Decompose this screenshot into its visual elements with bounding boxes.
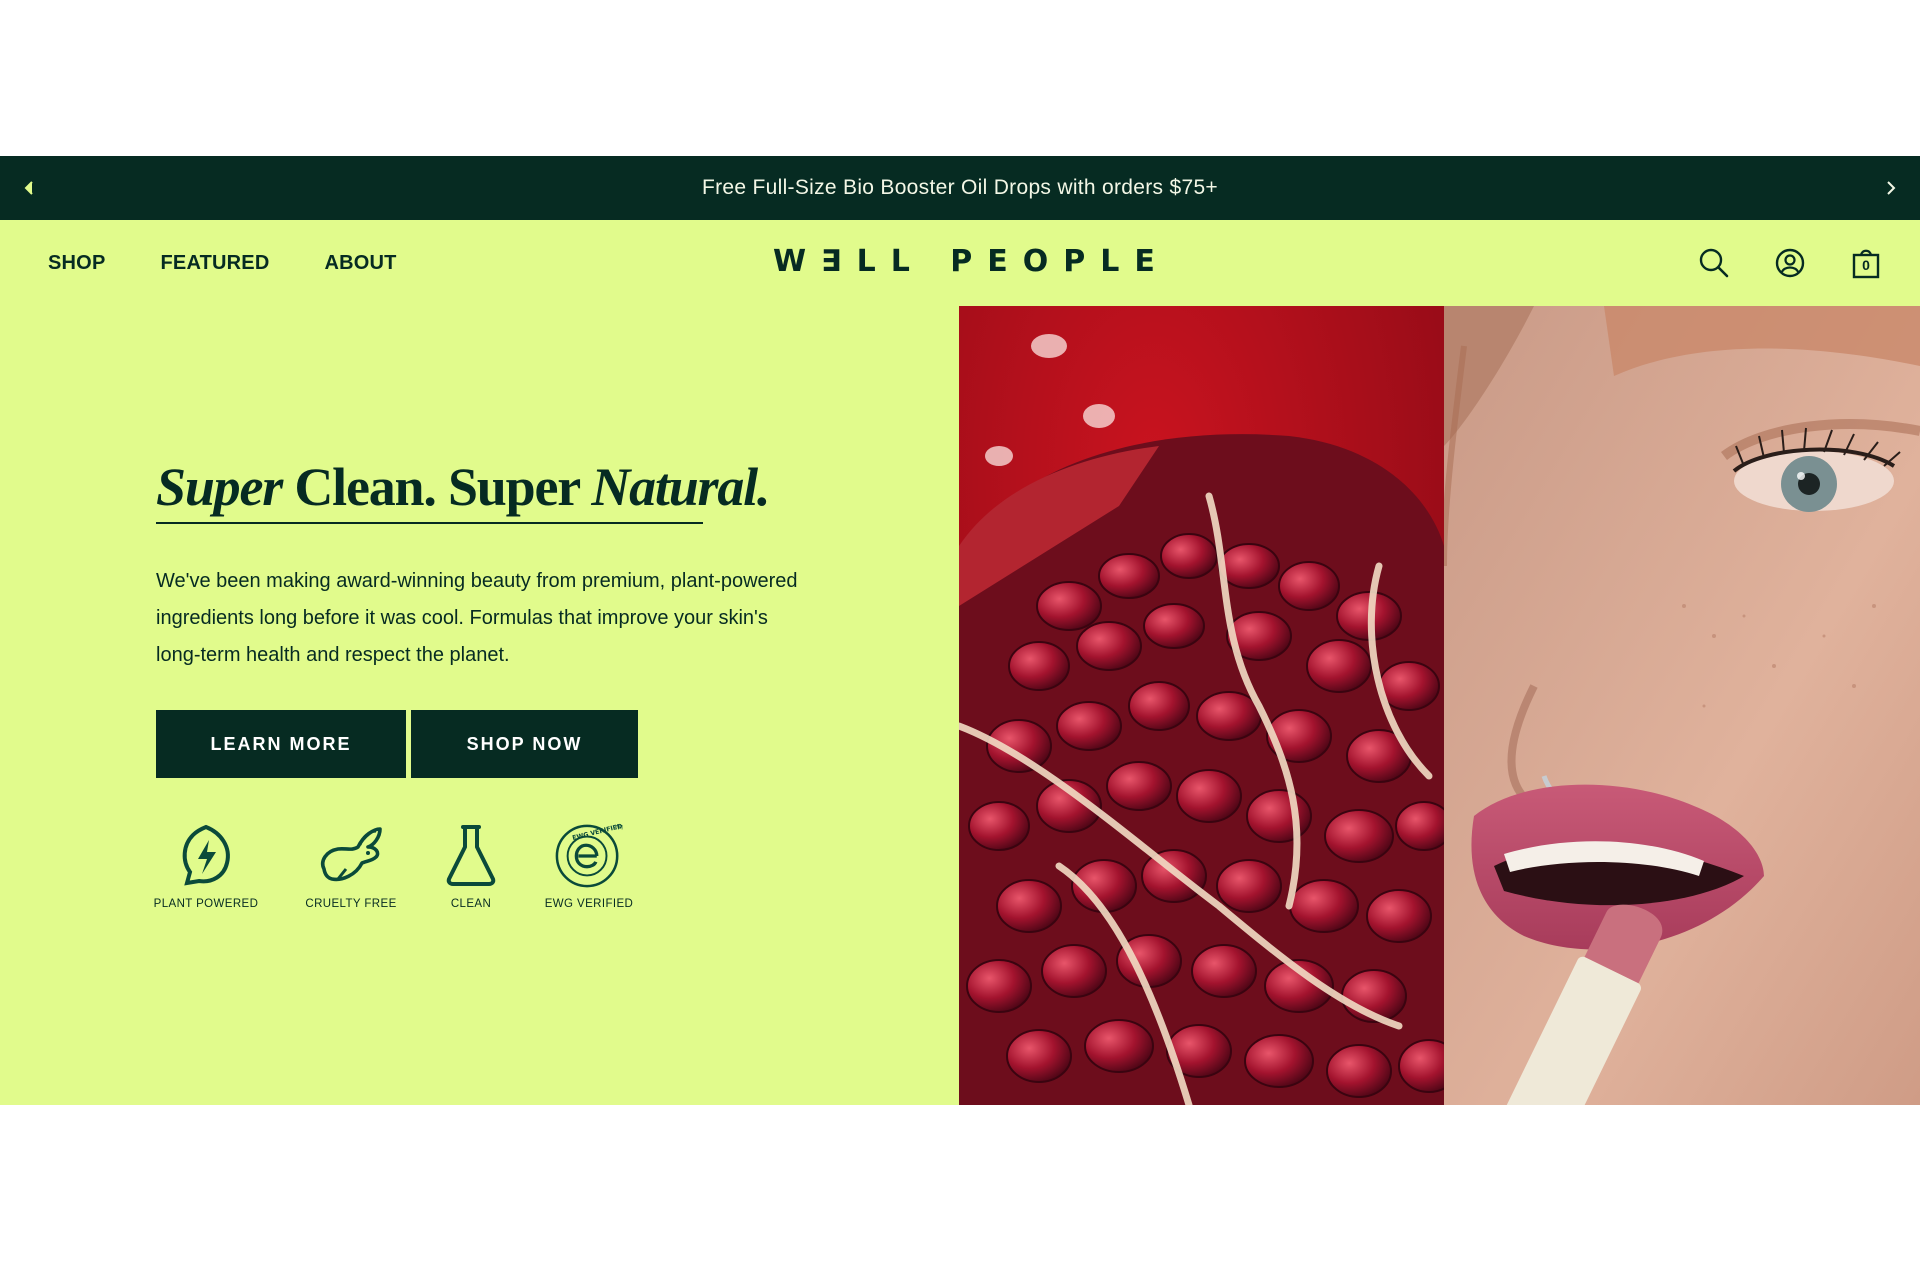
badge-label: EWG VERIFIED	[544, 898, 634, 910]
badge-row: PLANT POWERED CRUELTY FREE CLEAN EWG VER…	[140, 820, 660, 930]
svg-text:TM: TM	[613, 826, 623, 832]
header-icons: 0	[1698, 220, 1882, 306]
account-button[interactable]	[1774, 247, 1806, 279]
learn-more-button[interactable]: LEARN MORE	[156, 710, 406, 778]
hero-description: We've been making award-winning beauty f…	[156, 570, 798, 666]
badge-cruelty-free: CRUELTY FREE	[286, 820, 416, 910]
badge-label: PLANT POWERED	[153, 898, 259, 910]
site-header: SHOP FEATURED ABOUT W∃LL PEOPLE 0	[0, 220, 1920, 306]
headline-part-1: Super	[156, 457, 283, 517]
hero-content: Super Clean. Super Natural. We've been m…	[0, 306, 959, 1105]
announcement-bar: Free Full-Size Bio Booster Oil Drops wit…	[0, 156, 1920, 220]
shop-now-button[interactable]: SHOP NOW	[411, 710, 638, 778]
badge-plant-powered: PLANT POWERED	[141, 820, 271, 910]
badge-ewg-verified: EWG VERIFIED TM EWG VERIFIED	[524, 820, 654, 910]
page-frame: Free Full-Size Bio Booster Oil Drops wit…	[0, 156, 1920, 1105]
badge-label: CLEAN	[450, 898, 492, 910]
site-logo[interactable]: W∃LL PEOPLE	[773, 247, 1155, 277]
ewg-verified-icon: EWG VERIFIED TM	[554, 820, 624, 890]
badge-label: CRUELTY FREE	[305, 898, 397, 910]
headline-underline	[156, 522, 703, 524]
nav-about[interactable]: ABOUT	[325, 252, 397, 275]
flask-icon	[436, 820, 506, 890]
account-icon	[1775, 248, 1805, 278]
search-button[interactable]	[1698, 247, 1730, 279]
nav-shop[interactable]: SHOP	[48, 252, 105, 275]
chevron-left-icon	[24, 181, 33, 195]
cart-count: 0	[1862, 257, 1870, 273]
headline-part-3: Natural.	[591, 457, 770, 517]
announcement-next-button[interactable]	[1878, 175, 1904, 201]
announcement-prev-button[interactable]	[16, 175, 42, 201]
announcement-text: Free Full-Size Bio Booster Oil Drops wit…	[701, 176, 1218, 199]
cart-button[interactable]: 0	[1850, 247, 1882, 279]
leaf-bolt-icon	[171, 820, 241, 890]
chevron-right-icon	[1887, 181, 1896, 195]
nav-featured[interactable]: FEATURED	[160, 252, 269, 275]
badge-clean: CLEAN	[406, 820, 536, 910]
main-nav: SHOP FEATURED ABOUT	[48, 220, 397, 306]
headline-part-2: Clean. Super	[282, 457, 592, 517]
model-lipstick-photo	[1444, 306, 1920, 1105]
hero-headline: Super Clean. Super Natural.	[156, 456, 770, 518]
search-icon	[1699, 248, 1729, 278]
rabbit-icon	[316, 820, 386, 890]
pomegranate-photo	[959, 306, 1444, 1105]
